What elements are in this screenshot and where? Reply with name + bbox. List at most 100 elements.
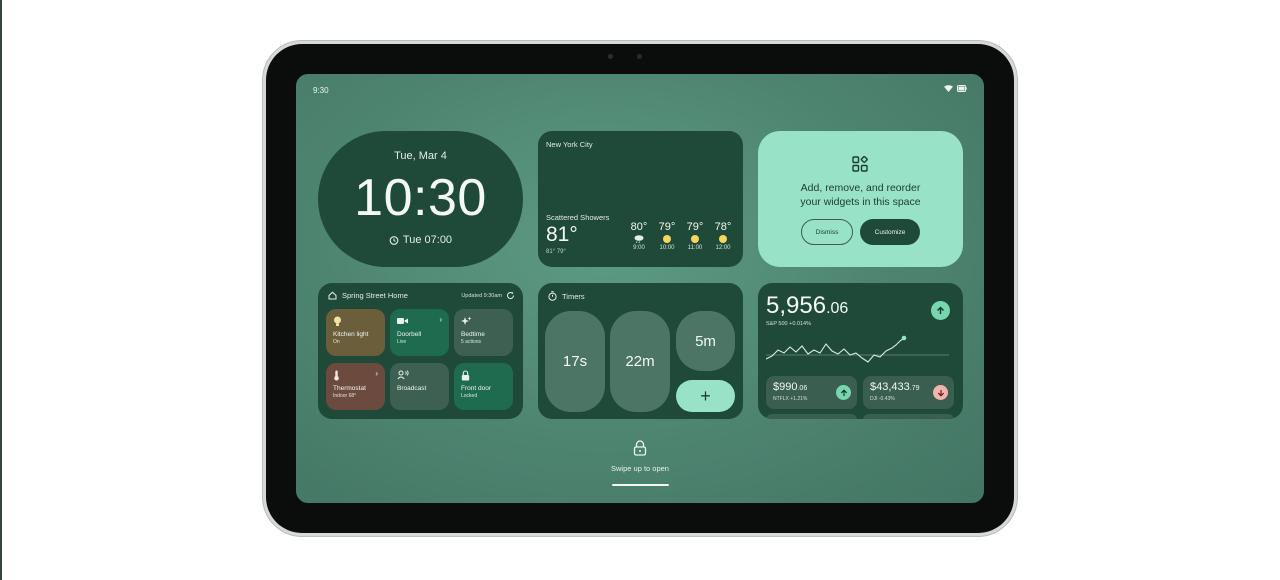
tile-label: Thermostat xyxy=(333,385,366,392)
arrow-up-icon xyxy=(937,306,944,314)
dismiss-button[interactable]: Dismiss xyxy=(801,219,853,245)
ticker-price-main: $990 xyxy=(773,381,798,393)
chevron-right-icon: › xyxy=(375,369,378,378)
timer-pill[interactable]: 17s xyxy=(545,311,605,412)
tile-label: Kitchen light xyxy=(333,331,369,338)
ticker-card[interactable]: $43,433.79 DJI -0.43% xyxy=(863,376,954,409)
weather-widget[interactable]: New York City Scattered Showers 81° 81° … xyxy=(538,131,743,267)
weather-city: New York City xyxy=(546,140,593,149)
weather-condition: Scattered Showers xyxy=(546,213,610,222)
status-time: 9:30 xyxy=(313,86,329,95)
ticker-card-peek xyxy=(863,414,954,419)
sun-icon xyxy=(663,234,671,243)
forecast-hour: 80° 9:00 xyxy=(628,221,650,251)
widgets-icon xyxy=(852,156,868,172)
tile-status: Indoor 68° xyxy=(333,393,357,399)
timers-widget: Timers 17s 22m 5m + xyxy=(538,283,743,419)
forecast-temp: 80° xyxy=(630,221,648,233)
timer-pill[interactable]: 22m xyxy=(610,311,670,412)
lightbulb-icon xyxy=(334,316,341,326)
clock-alarm: Tue 07:00 xyxy=(318,234,523,246)
tile-status: On xyxy=(333,339,340,345)
timer-pill[interactable]: 5m xyxy=(676,311,735,371)
forecast-hour: 79° 11:00 xyxy=(684,221,706,251)
swipe-up-hint: Swipe up to open xyxy=(611,464,669,473)
index-value-main: 5,956 xyxy=(766,292,827,319)
video-camera-icon xyxy=(397,318,408,324)
timers-header: Timers xyxy=(548,291,585,301)
stocks-widget[interactable]: 5,956.06 S&P 500 +0.014% $990.06 NTFLX +… xyxy=(758,283,963,419)
weather-hilo: 81° 79° xyxy=(546,249,566,255)
alarm-time: Tue 07:00 xyxy=(402,234,453,246)
tablet-device: 9:30 Tue, Mar 4 10:30 Tue 07:00 New York… xyxy=(266,44,1014,533)
home-updated: Updated 9:30am xyxy=(461,292,502,299)
ticker-card-peek xyxy=(766,414,857,419)
arrow-up-icon xyxy=(840,388,847,396)
sensor-dot xyxy=(608,54,613,59)
tile-front-door[interactable]: Front door Locked xyxy=(454,363,513,410)
forecast-time: 9:00 xyxy=(633,245,645,251)
ticker-trend-up xyxy=(836,385,851,400)
tile-label: Front door xyxy=(461,385,491,392)
forecast-temp: 79° xyxy=(686,221,704,233)
clock-widget[interactable]: Tue, Mar 4 10:30 Tue 07:00 xyxy=(318,131,523,267)
chevron-right-icon: › xyxy=(439,315,442,324)
customize-line-2: your widgets in this space xyxy=(800,196,921,208)
tile-thermostat[interactable]: › Thermostat Indoor 68° xyxy=(326,363,385,410)
forecast-time: 10:00 xyxy=(659,245,675,251)
battery-icon xyxy=(957,85,967,92)
broadcast-icon xyxy=(397,370,409,380)
lock-screen: 9:30 Tue, Mar 4 10:30 Tue 07:00 New York… xyxy=(296,74,984,503)
window-edge xyxy=(0,0,2,580)
ticker-card[interactable]: $990.06 NTFLX +1.21% xyxy=(766,376,857,409)
status-icons xyxy=(944,85,967,92)
smart-home-widget: Spring Street Home Updated 9:30am Kitche… xyxy=(318,283,523,419)
index-value-decimals: .06 xyxy=(826,300,849,317)
weather-temp: 81° xyxy=(546,223,578,246)
timers-title: Timers xyxy=(562,291,585,301)
customize-message: Add, remove, and reorder your widgets in… xyxy=(758,181,963,209)
ticker-trend-down xyxy=(933,385,948,400)
trend-up-button[interactable] xyxy=(931,301,950,320)
hourly-forecast: 80° 9:00 79° 10:00 79° 11:00 78° 12:00 xyxy=(628,221,734,251)
customize-button[interactable]: Customize xyxy=(860,219,920,245)
alarm-icon xyxy=(389,236,399,245)
index-sparkline xyxy=(766,335,949,363)
lock-icon xyxy=(633,440,647,456)
add-timer-button[interactable]: + xyxy=(676,380,735,412)
home-gesture-bar[interactable] xyxy=(612,484,669,486)
forecast-hour: 78° 12:00 xyxy=(712,221,734,251)
tile-label: Broadcast xyxy=(397,385,427,392)
refresh-icon[interactable] xyxy=(506,291,515,300)
tile-bedtime[interactable]: Bedtime 5 actions xyxy=(454,309,513,356)
wifi-icon xyxy=(944,85,953,92)
ticker-price-cents: .06 xyxy=(797,385,808,392)
customize-line-1: Add, remove, and reorder xyxy=(800,182,921,194)
front-camera xyxy=(637,54,642,59)
ticker-price-cents: .79 xyxy=(909,385,920,392)
tile-status: Live xyxy=(397,339,407,345)
clock-date: Tue, Mar 4 xyxy=(394,150,447,162)
tile-kitchen-light[interactable]: Kitchen light On xyxy=(326,309,385,356)
forecast-temp: 79° xyxy=(658,221,676,233)
sun-icon xyxy=(691,234,699,243)
tile-doorbell[interactable]: › Doorbell Live xyxy=(390,309,449,356)
tile-broadcast[interactable]: Broadcast xyxy=(390,363,449,410)
lock-icon xyxy=(461,369,470,380)
tile-status: 5 actions xyxy=(461,339,482,345)
arrow-down-icon xyxy=(937,389,944,397)
home-header: Spring Street Home Updated 9:30am xyxy=(328,291,515,300)
home-title: Spring Street Home xyxy=(342,291,408,300)
forecast-time: 11:00 xyxy=(687,245,703,251)
home-icon xyxy=(328,291,337,300)
thermometer-icon xyxy=(334,370,339,381)
ticker-price-main: $43,433 xyxy=(870,381,910,393)
customize-widget: Add, remove, and reorder your widgets in… xyxy=(758,131,963,267)
index-change: S&P 500 +0.014% xyxy=(766,321,812,327)
tile-label: Doorbell xyxy=(397,331,422,338)
sun-icon xyxy=(719,234,727,243)
sparkle-icon xyxy=(461,316,472,325)
forecast-temp: 78° xyxy=(714,221,732,233)
forecast-time: 12:00 xyxy=(715,245,731,251)
tile-label: Bedtime xyxy=(461,331,485,338)
